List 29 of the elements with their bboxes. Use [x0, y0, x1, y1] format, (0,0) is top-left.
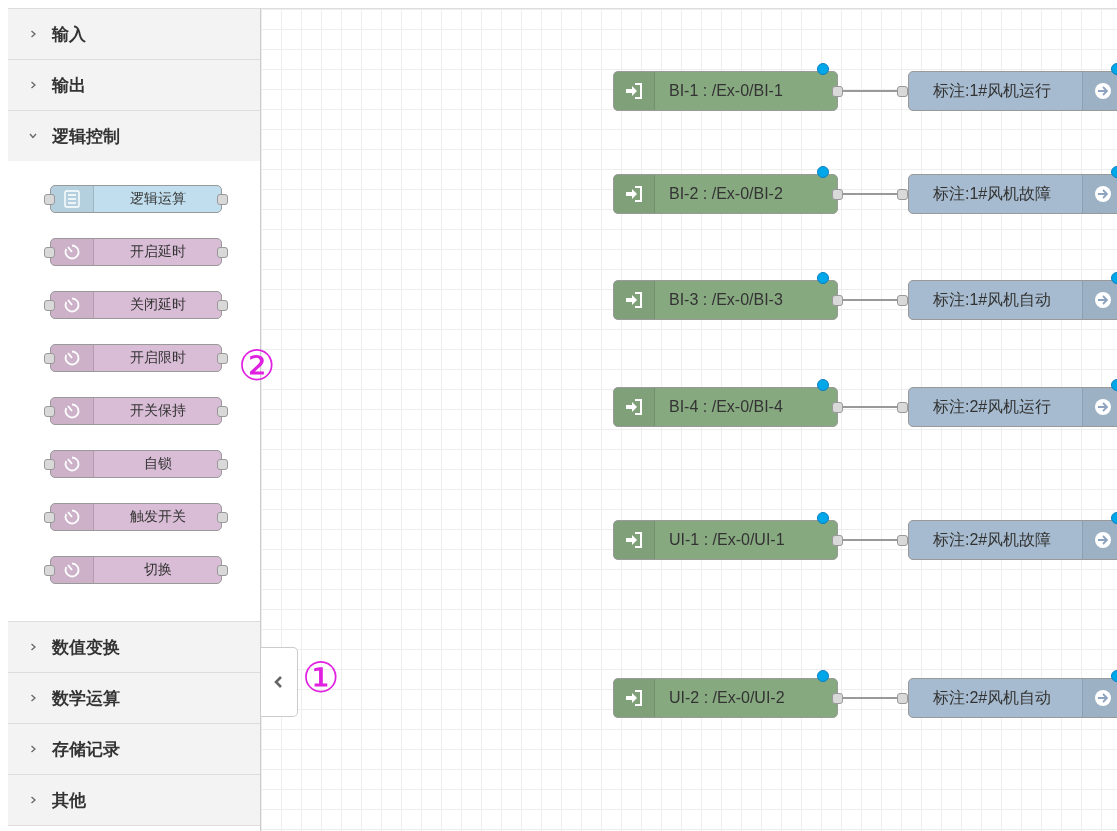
palette-node[interactable]: 开启限时 — [50, 344, 222, 372]
category-header[interactable]: 数值变换 — [8, 622, 260, 673]
category-header[interactable]: 输入 — [8, 9, 260, 60]
flow-node[interactable]: UI-2 : /Ex-0/UI-2 — [613, 678, 838, 718]
flow-node[interactable]: BI-2 : /Ex-0/BI-2 — [613, 174, 838, 214]
annotation-number: ① — [302, 657, 340, 699]
category-header[interactable]: 数学运算 — [8, 673, 260, 724]
category-header[interactable]: 逻辑控制 — [8, 111, 260, 161]
category-header[interactable]: 输出 — [8, 60, 260, 111]
palette-node[interactable]: 自锁 — [50, 450, 222, 478]
flow-node[interactable]: UI-1 : /Ex-0/UI-1 — [613, 520, 838, 560]
category-header[interactable]: 存储记录 — [8, 724, 260, 775]
flow-node[interactable]: BI-3 : /Ex-0/BI-3 — [613, 280, 838, 320]
flow-node[interactable]: 标注:2#风机故障 — [908, 520, 1117, 560]
flow-node[interactable]: 标注:1#风机故障 — [908, 174, 1117, 214]
flow-node[interactable]: 标注:2#风机运行 — [908, 387, 1117, 427]
palette-node[interactable]: 触发开关 — [50, 503, 222, 531]
annotation-number: ② — [238, 345, 276, 387]
palette-node[interactable]: 逻辑运算 — [50, 185, 222, 213]
palette-node[interactable]: 切换 — [50, 556, 222, 584]
flow-node[interactable]: BI-4 : /Ex-0/BI-4 — [613, 387, 838, 427]
flow-node[interactable]: BI-1 : /Ex-0/BI-1 — [613, 71, 838, 111]
flow-node[interactable]: 标注:2#风机自动 — [908, 678, 1117, 718]
flow-node[interactable]: 标注:1#风机自动 — [908, 280, 1117, 320]
flow-node[interactable]: 标注:1#风机运行 — [908, 71, 1117, 111]
palette-node[interactable]: 开启延时 — [50, 238, 222, 266]
palette-node[interactable]: 开关保持 — [50, 397, 222, 425]
category-header[interactable]: 其他 — [8, 775, 260, 826]
palette-node[interactable]: 关闭延时 — [50, 291, 222, 319]
